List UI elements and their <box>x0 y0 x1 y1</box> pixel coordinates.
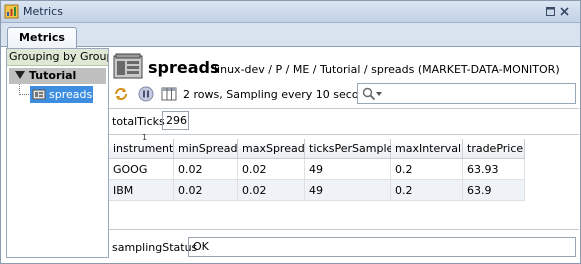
table-cell: 0.02 <box>238 159 305 180</box>
metrics-window: Metrics Metrics Grouping by Group Tutori… <box>0 0 581 264</box>
table-cell: 63.9 <box>463 180 525 201</box>
chevron-down-icon[interactable] <box>376 92 382 96</box>
tab-metrics[interactable]: Metrics <box>7 27 77 48</box>
table-cell: GOOG <box>109 159 174 180</box>
pause-icon[interactable] <box>138 86 154 102</box>
column-header-tickspersample[interactable]: ticksPerSample <box>305 139 393 159</box>
column-header-minspread[interactable]: minSpread <box>174 139 238 159</box>
metrics-app-icon <box>4 4 19 19</box>
collapse-triangle-icon[interactable] <box>15 71 25 79</box>
tree-node-label: Tutorial <box>29 69 77 82</box>
refresh-icon[interactable] <box>113 86 129 102</box>
table-cell: IBM <box>109 180 174 201</box>
group-tree: Grouping by Group Tutorial spreads <box>6 48 109 258</box>
tree-header: Grouping by Group <box>7 49 108 66</box>
table-cell: 0.2 <box>391 159 463 180</box>
monitor-icon <box>32 89 46 100</box>
window-title: Metrics <box>23 5 63 18</box>
total-ticks-label: totalTicks <box>112 115 165 128</box>
column-header-maxspread[interactable]: maxSpread <box>238 139 305 159</box>
divider <box>109 229 579 230</box>
panel-title: spreads <box>148 58 220 77</box>
table-cell: 0.02 <box>174 180 238 201</box>
search-input[interactable] <box>357 83 576 104</box>
column-header-instrument[interactable]: 1 instrument <box>109 134 174 159</box>
monitor-large-icon <box>113 53 143 79</box>
table-cell: 63.93 <box>463 159 525 180</box>
metrics-table: 1 instrument minSpread maxSpread ticksPe… <box>109 134 579 249</box>
table-cell: 0.02 <box>238 180 305 201</box>
table-cell: 0.2 <box>391 180 463 201</box>
table-cell: 49 <box>305 180 391 201</box>
breadcrumb: linux-dev / P / ME / Tutorial / spreads … <box>214 63 560 76</box>
column-header-label: instrument <box>113 142 174 155</box>
sort-indicator: 1 <box>142 133 148 142</box>
column-header-tradeprice[interactable]: tradePrice <box>463 139 525 159</box>
divider <box>109 108 579 109</box>
tree-connector <box>19 84 29 95</box>
tree-node-spreads[interactable]: spreads <box>30 86 93 103</box>
table-cell: 49 <box>305 159 391 180</box>
search-icon[interactable] <box>362 87 376 101</box>
columns-icon[interactable] <box>161 86 177 102</box>
table-cell: 0.02 <box>174 159 238 180</box>
close-icon[interactable] <box>559 6 570 17</box>
metrics-panel: spreads linux-dev / P / ME / Tutorial / … <box>109 48 579 258</box>
total-ticks-value: 296 <box>162 111 189 130</box>
divider <box>109 134 579 135</box>
column-header-maxinterval[interactable]: maxInterval <box>391 139 463 159</box>
tab-strip: Metrics <box>1 23 580 48</box>
sampling-status-label: samplingStatus <box>112 241 198 254</box>
tree-node-tutorial[interactable]: Tutorial <box>9 68 106 84</box>
sampling-status-value: OK <box>188 237 576 257</box>
sampling-status-text: 2 rows, Sampling every 10 seconds <box>183 88 379 101</box>
title-bar[interactable]: Metrics <box>1 1 580 23</box>
maximize-icon[interactable] <box>545 6 556 17</box>
tree-node-label: spreads <box>49 88 93 101</box>
